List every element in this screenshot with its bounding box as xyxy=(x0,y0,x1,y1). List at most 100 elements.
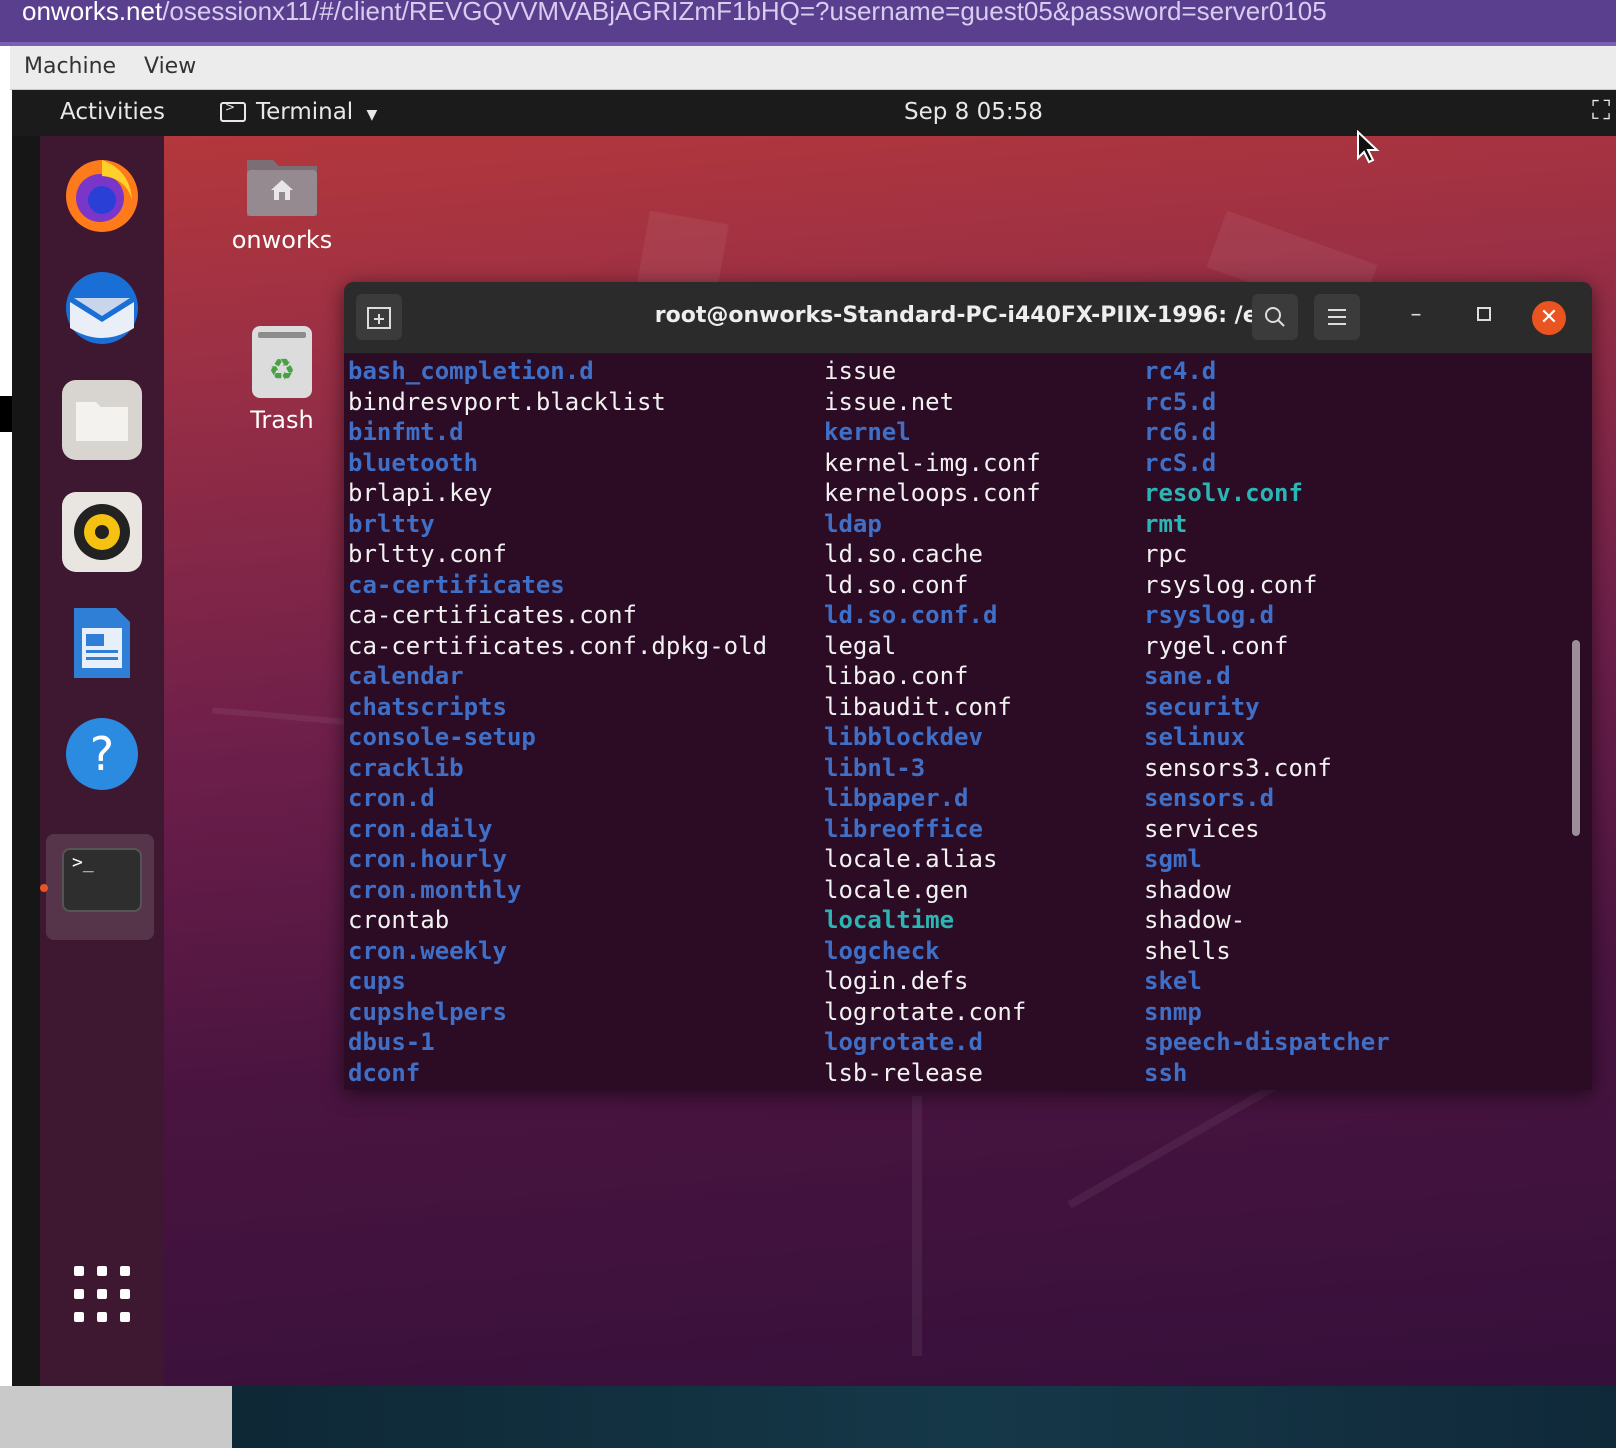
ls-entry-directory: chatscripts xyxy=(348,692,507,721)
url-path: /osessionx11/#/client/REVGQVVMVABjAGRIZm… xyxy=(162,0,1327,26)
network-icon[interactable]: ⛶ xyxy=(1592,96,1610,127)
maximize-icon xyxy=(1477,307,1491,321)
help-icon[interactable]: ? xyxy=(62,714,142,794)
ls-column-1: bash_completion.d bindresvport.blacklist b… xyxy=(348,356,767,1088)
close-button[interactable]: ✕ xyxy=(1532,301,1566,335)
ls-entry-file: legal xyxy=(824,631,897,660)
terminal-window[interactable]: root@onworks-Standard-PC-i440FX-PIIX-199… xyxy=(344,282,1592,1090)
ls-entry-directory: dconf xyxy=(348,1058,421,1087)
menu-machine[interactable]: Machine xyxy=(24,54,116,79)
ls-entry-directory: libnl-3 xyxy=(824,753,926,782)
ls-entry-directory: skel xyxy=(1144,967,1202,995)
menu-view[interactable]: View xyxy=(144,54,196,79)
terminal-header-bar[interactable]: root@onworks-Standard-PC-i440FX-PIIX-199… xyxy=(344,282,1592,354)
minimize-button[interactable]: – xyxy=(1400,302,1432,327)
libreoffice-writer-icon[interactable] xyxy=(62,602,142,682)
ls-entry-file: shadow- xyxy=(1144,906,1246,934)
ls-entry-directory: libpaper.d xyxy=(824,784,969,812)
ls-entry-directory: binfmt.d xyxy=(348,418,464,446)
desktop-trash[interactable]: ♻ Trash xyxy=(222,324,342,434)
clock[interactable]: Sep 8 05:58 xyxy=(904,99,1043,125)
desktop-trash-label: Trash xyxy=(250,406,314,434)
host-left-edge xyxy=(0,46,12,1386)
ls-entry-directory: sane.d xyxy=(1144,662,1231,690)
ls-column-3: rc4.d rc5.d rc6.d rcS.d resolv.conf rmt rpc rsy… xyxy=(1144,356,1390,1088)
ubuntu-dock: ? >_ xyxy=(12,136,164,1386)
browser-url-bar[interactable]: onworks.net/osessionx11/#/client/REVGQVV… xyxy=(0,0,1616,46)
ls-entry-directory: brltty xyxy=(348,509,435,538)
ls-entry-directory: logrotate.d xyxy=(824,1028,983,1056)
ls-entry-directory: cron.hourly xyxy=(348,845,507,873)
trash-icon: ♻ xyxy=(252,326,312,398)
ls-entry-file: sensors3.conf xyxy=(1144,753,1332,782)
ls-entry-directory: cron.d xyxy=(348,784,435,812)
vm-menubar: Machine View xyxy=(10,46,1616,90)
terminal-scrollbar[interactable] xyxy=(1572,640,1580,836)
ls-entry-directory: cups xyxy=(348,967,406,995)
ls-entry-directory: snmp xyxy=(1144,997,1202,1026)
ls-entry-file: login.defs xyxy=(824,967,969,995)
ls-entry-file: locale.gen xyxy=(824,875,969,904)
ls-entry-file: bindresvport.blacklist xyxy=(348,387,666,416)
desktop-home-folder[interactable]: onworks xyxy=(222,150,342,254)
ls-entry-directory: ld.so.conf.d xyxy=(824,601,998,629)
ls-entry-directory: cron.daily xyxy=(348,814,493,843)
terminal-output[interactable]: bash_completion.d bindresvport.blacklist b… xyxy=(344,356,1592,1090)
chevron-down-icon: ▼ xyxy=(366,107,378,123)
ls-entry-directory: ldap xyxy=(824,509,882,538)
ls-entry-directory: cracklib xyxy=(348,753,464,782)
ls-entry-file: libao.conf xyxy=(824,662,969,690)
ls-entry-file: ca-certificates.conf xyxy=(348,601,637,629)
ls-entry-directory: cupshelpers xyxy=(348,997,507,1026)
app-menu-label: Terminal xyxy=(256,99,354,125)
ls-entry-directory: ssh xyxy=(1144,1058,1188,1087)
ls-entry-file: locale.alias xyxy=(824,845,998,873)
ls-entry-directory: libblockdev xyxy=(824,723,983,751)
ls-entry-file: issue xyxy=(824,357,897,385)
ls-entry-directory: cron.weekly xyxy=(348,936,507,965)
ls-entry-directory: dbus-1 xyxy=(348,1028,435,1056)
ls-entry-file: shells xyxy=(1144,936,1231,965)
ls-entry-directory: rcS.d xyxy=(1144,448,1217,477)
rhythmbox-icon[interactable] xyxy=(62,492,142,572)
ls-entry-directory: kernel xyxy=(824,418,911,446)
mouse-pointer-icon xyxy=(1357,130,1380,164)
ls-entry-directory: console-setup xyxy=(348,723,536,751)
ls-entry-directory: rc5.d xyxy=(1144,387,1217,416)
ls-entry-directory: rsyslog.d xyxy=(1144,601,1275,629)
terminal-icon[interactable]: >_ xyxy=(62,848,142,912)
terminal-small-icon xyxy=(220,100,246,122)
ls-entry-file: shadow xyxy=(1144,875,1231,904)
ls-entry-file: lsb-release xyxy=(824,1058,983,1087)
ls-entry-file: issue.net xyxy=(824,387,955,416)
ls-entry-directory: sensors.d xyxy=(1144,784,1275,812)
ls-entry-file: ca-certificates.conf.dpkg-old xyxy=(348,631,768,660)
ls-entry-file: ld.so.cache xyxy=(824,540,983,568)
firefox-icon[interactable] xyxy=(62,154,142,234)
running-indicator xyxy=(40,884,48,892)
ls-entry-symlink: localtime xyxy=(824,906,955,934)
thunderbird-icon[interactable] xyxy=(62,268,142,348)
search-button[interactable] xyxy=(1252,294,1298,340)
menu-button[interactable] xyxy=(1314,294,1360,340)
ls-entry-directory: sgml xyxy=(1144,845,1202,873)
ls-entry-file: rsyslog.conf xyxy=(1144,570,1318,599)
ls-entry-symlink: resolv.conf xyxy=(1144,479,1303,507)
files-icon[interactable] xyxy=(62,380,142,460)
ls-entry-file: rygel.conf xyxy=(1144,631,1289,660)
app-menu-terminal[interactable]: Terminal ▼ xyxy=(220,99,377,125)
host-taskbar-segment xyxy=(0,1386,232,1448)
close-icon: ✕ xyxy=(1539,305,1559,330)
activities-button[interactable]: Activities xyxy=(60,99,165,125)
ls-entry-directory: ca-certificates xyxy=(348,570,565,599)
ls-entry-directory: bluetooth xyxy=(348,448,479,477)
host-desktop-strip xyxy=(0,1386,1616,1448)
ls-entry-file: crontab xyxy=(348,906,450,934)
search-icon xyxy=(1265,307,1285,327)
ls-entry-directory: libreoffice xyxy=(824,814,983,843)
ls-entry-file: services xyxy=(1144,814,1260,843)
maximize-button[interactable] xyxy=(1468,302,1500,327)
ls-entry-file: brlapi.key xyxy=(348,479,493,507)
show-applications-icon[interactable] xyxy=(72,1264,132,1324)
ls-entry-symlink: rmt xyxy=(1144,509,1188,538)
